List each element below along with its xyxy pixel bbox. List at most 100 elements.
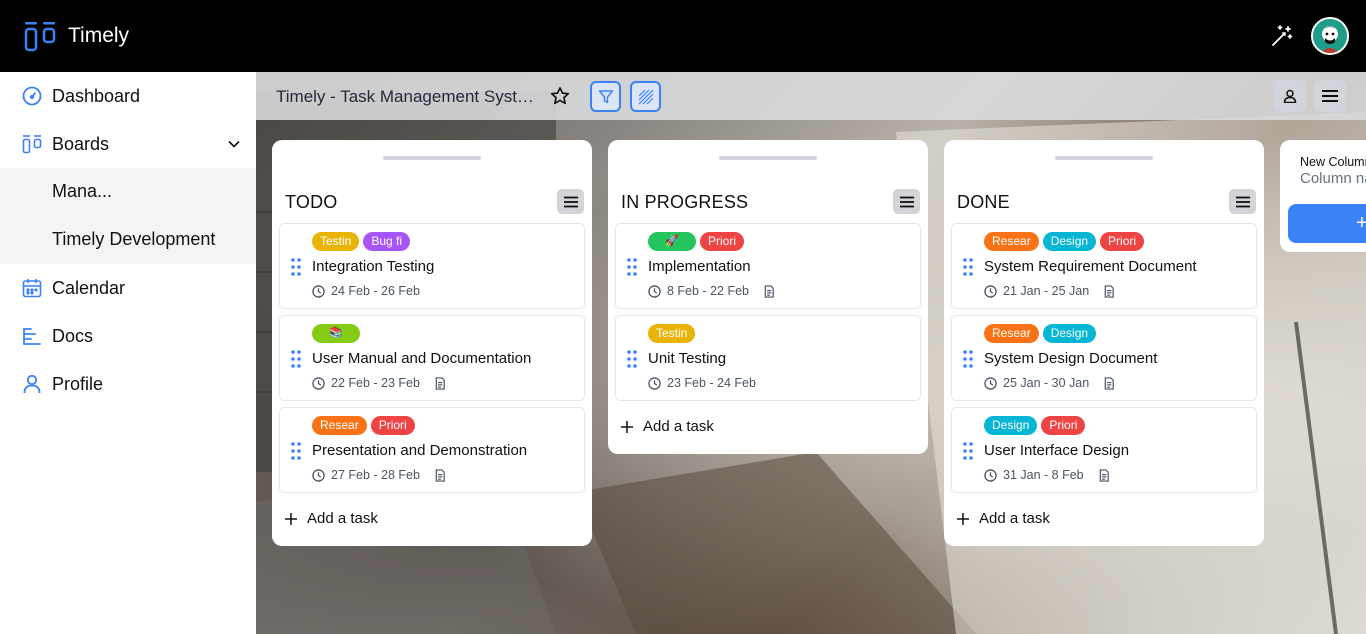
- task-tag: Bug fi: [363, 232, 411, 251]
- document-icon: [764, 284, 774, 298]
- board-column: TODO Testin Bug fi Integration Testing 24 Fe…: [272, 140, 592, 546]
- task-title: Implementation: [648, 258, 751, 275]
- add-task-button[interactable]: Add a task: [621, 418, 714, 435]
- dashboard-gauge-icon: [22, 86, 42, 106]
- task-card[interactable]: Resear Design Priori System Requirement Doc…: [951, 223, 1257, 309]
- drag-grip-icon[interactable]: [290, 257, 302, 277]
- task-title: User Manual and Documentation: [312, 350, 532, 367]
- task-card[interactable]: Testin Bug fi Integration Testing 24 Feb - …: [279, 223, 585, 309]
- hamburger-menu-icon: [563, 196, 578, 207]
- chevron-down-icon[interactable]: [227, 137, 241, 151]
- task-tag: Design: [1042, 232, 1097, 251]
- task-card[interactable]: 📚 User Manual and Documentation 22 Feb - 2…: [279, 315, 585, 401]
- sidebar-item-dashboard[interactable]: Dashboard: [0, 72, 256, 120]
- add-task-button[interactable]: Add a task: [957, 510, 1050, 527]
- task-meta: 25 Jan - 30 Jan: [984, 376, 1115, 390]
- column-menu-button[interactable]: [893, 189, 920, 214]
- board-menu-button[interactable]: [1314, 80, 1346, 112]
- drag-grip-icon[interactable]: [290, 349, 302, 369]
- task-dates: 25 Jan - 30 Jan: [1003, 376, 1090, 390]
- task-tags: Testin Bug fi: [312, 232, 411, 252]
- task-title: Unit Testing: [648, 350, 727, 367]
- drag-grip-icon[interactable]: [962, 349, 974, 369]
- magic-wand-icon[interactable]: [1270, 24, 1294, 48]
- task-tags: Testin: [648, 324, 696, 344]
- column-name-input[interactable]: Column name: [1300, 170, 1366, 187]
- column-drag-handle[interactable]: [1055, 156, 1153, 160]
- sidebar-item-boards[interactable]: Boards: [0, 120, 256, 168]
- calendar-icon: [22, 279, 42, 298]
- top-bar: Timely: [0, 0, 1366, 72]
- add-task-button[interactable]: Add a task: [285, 510, 378, 527]
- sidebar-item-label: Dashboard: [52, 85, 141, 106]
- task-card[interactable]: Design Priori User Interface Design 31 Jan …: [951, 407, 1257, 493]
- task-dates: 31 Jan - 8 Feb: [1003, 468, 1084, 482]
- task-tags: 📚: [312, 324, 360, 344]
- clock-icon: [312, 284, 325, 298]
- column-menu-button[interactable]: [557, 189, 584, 214]
- task-tag: Priori: [700, 232, 745, 251]
- hamburger-menu-icon: [1322, 90, 1338, 102]
- document-icon: [1104, 284, 1114, 298]
- pattern-icon: [638, 89, 653, 104]
- sidebar-item-calendar[interactable]: Calendar: [0, 264, 256, 312]
- column-drag-handle[interactable]: [719, 156, 817, 160]
- task-tags: Resear Design Priori: [984, 232, 1145, 252]
- add-task-label: Add a task: [643, 418, 714, 435]
- filter-button[interactable]: [590, 81, 621, 112]
- task-title: User Interface Design: [984, 442, 1130, 459]
- column-menu-button[interactable]: [1229, 189, 1256, 214]
- background-pattern-button[interactable]: [630, 81, 661, 112]
- new-column-label: New Column: [1300, 155, 1366, 169]
- drag-grip-icon[interactable]: [962, 441, 974, 461]
- task-dates: 8 Feb - 22 Feb: [667, 284, 749, 298]
- sidebar-item-label: Profile: [52, 373, 104, 394]
- hamburger-menu-icon: [1235, 196, 1250, 207]
- task-tag: Priori: [370, 416, 415, 435]
- task-card[interactable]: Resear Priori Presentation and Demonstrati…: [279, 407, 585, 493]
- add-task-label: Add a task: [979, 510, 1050, 527]
- app-name[interactable]: Timely: [68, 24, 129, 48]
- timely-logo-icon[interactable]: [24, 20, 56, 52]
- task-tag: Resear: [984, 324, 1039, 343]
- task-dates: 22 Feb - 23 Feb: [331, 376, 420, 390]
- task-meta: 23 Feb - 24 Feb: [648, 376, 756, 390]
- column-drag-handle[interactable]: [383, 156, 481, 160]
- clock-icon: [648, 376, 661, 390]
- members-button[interactable]: [1274, 80, 1306, 112]
- column-title: TODO: [285, 192, 338, 212]
- board-title[interactable]: Timely - Task Management System: [276, 87, 536, 107]
- drag-grip-icon[interactable]: [626, 349, 638, 369]
- user-avatar[interactable]: [1311, 17, 1349, 55]
- task-meta: 8 Feb - 22 Feb: [648, 284, 775, 298]
- clock-icon: [312, 376, 325, 390]
- drag-grip-icon[interactable]: [626, 257, 638, 277]
- task-tag: Design: [1042, 324, 1097, 343]
- task-dates: 23 Feb - 24 Feb: [667, 376, 756, 390]
- sidebar-board-item[interactable]: Mana...: [0, 168, 256, 216]
- sidebar-item-docs[interactable]: Docs: [0, 312, 256, 360]
- sidebar-item-label: Boards: [52, 133, 110, 154]
- sidebar-item-profile[interactable]: Profile: [0, 360, 256, 408]
- task-tags: 🚀 Priori: [648, 232, 745, 252]
- task-title: Integration Testing: [312, 258, 435, 275]
- drag-grip-icon[interactable]: [962, 257, 974, 277]
- column-title: IN PROGRESS: [621, 192, 749, 212]
- task-card[interactable]: Resear Design System Design Document 25 Jan…: [951, 315, 1257, 401]
- add-column-button[interactable]: +: [1288, 204, 1366, 243]
- task-dates: 21 Jan - 25 Jan: [1003, 284, 1090, 298]
- drag-grip-icon[interactable]: [290, 441, 302, 461]
- board-column: DONE Resear Design Priori System Requirement…: [944, 140, 1264, 546]
- task-dates: 24 Feb - 26 Feb: [331, 284, 420, 298]
- sidebar-item-label: Calendar: [52, 277, 126, 298]
- document-icon: [1104, 376, 1114, 390]
- task-tags: Design Priori: [984, 416, 1086, 436]
- task-card[interactable]: 🚀 Priori Implementation 8 Feb - 22 Feb: [615, 223, 921, 309]
- document-icon: [1099, 468, 1109, 482]
- filter-icon: [598, 89, 613, 103]
- task-card[interactable]: Testin Unit Testing 23 Feb - 24 Feb: [615, 315, 921, 401]
- sidebar-board-item[interactable]: Timely Development: [0, 216, 256, 264]
- task-title: System Design Document: [984, 350, 1158, 367]
- star-favorite-icon[interactable]: [550, 86, 570, 106]
- task-meta: 31 Jan - 8 Feb: [984, 468, 1110, 482]
